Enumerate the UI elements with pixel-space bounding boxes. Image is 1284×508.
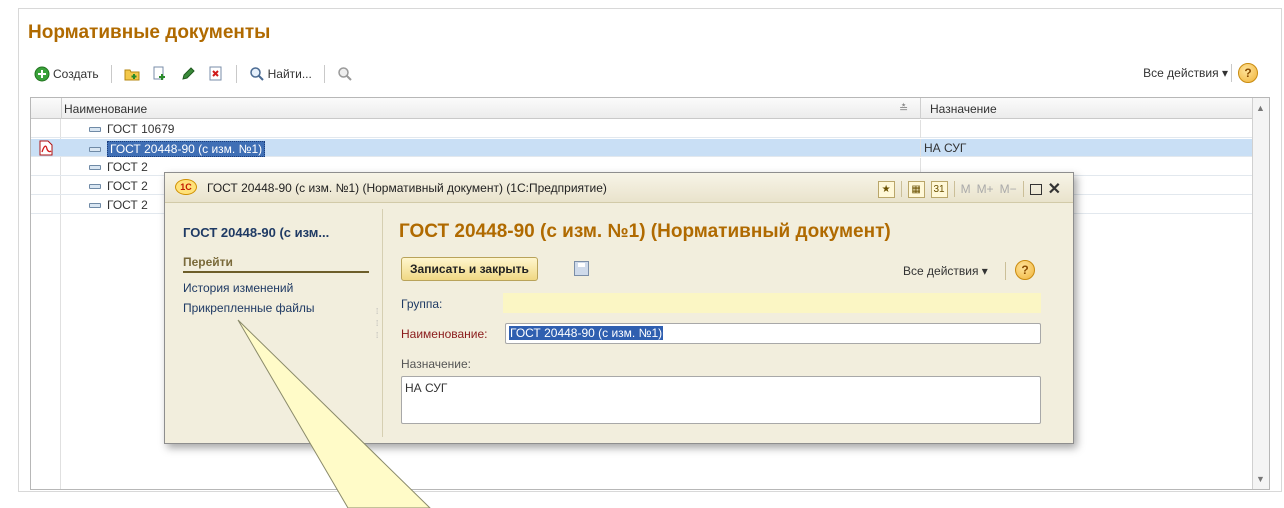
row-name: ГОСТ 2 (107, 160, 148, 174)
close-icon[interactable]: ✕ (1048, 179, 1061, 199)
nav-item-attached-files[interactable]: Прикрепленные файлы (183, 301, 315, 315)
element-icon (89, 164, 101, 170)
delete-icon (208, 66, 224, 82)
magnifier-icon (249, 66, 265, 82)
group-field[interactable] (503, 293, 1041, 313)
row-name-cell: ГОСТ 2 (89, 198, 148, 212)
calculator-icon[interactable]: ▦ (907, 180, 925, 198)
nav-section-heading: Перейти (183, 255, 233, 269)
cell-divider (920, 120, 921, 138)
dialog-window-title: ГОСТ 20448-90 (с изм. №1) (Нормативный д… (207, 181, 607, 195)
create-button-label: Создать (53, 67, 99, 81)
row-name: ГОСТ 2 (107, 198, 148, 212)
element-icon (89, 126, 101, 132)
panel-grip-icon[interactable]: ⁞ (376, 331, 378, 340)
clear-search-icon (337, 66, 353, 82)
copy-document-icon (152, 66, 168, 82)
edit-button[interactable] (176, 63, 200, 85)
name-label: Наименование: (401, 327, 488, 341)
destination-label: Назначение: (401, 357, 472, 371)
find-button-label: Найти... (267, 67, 312, 81)
memory-m-button[interactable]: M (961, 182, 971, 196)
dialog-title-buttons: ★ ▦ 31 M M+ M− ✕ (877, 179, 1061, 199)
destination-field[interactable]: НА СУГ (401, 376, 1041, 424)
column-header-destination[interactable]: Назначение (930, 102, 997, 116)
help-button[interactable]: ? (1238, 63, 1258, 83)
form-heading: ГОСТ 20448-90 (с изм. №1) (Нормативный д… (399, 221, 891, 242)
panel-grip-icon[interactable]: ⁞ (376, 319, 378, 328)
cell-divider (920, 139, 921, 157)
delete-button[interactable] (204, 63, 228, 85)
nav-section-underline (183, 271, 369, 273)
all-actions-menu[interactable]: Все действия ▾ (1143, 66, 1228, 80)
row-name: ГОСТ 2 (107, 179, 148, 193)
table-header: Наименование ≛ Назначение (31, 98, 1253, 119)
element-icon (89, 202, 101, 208)
add-folder-icon (124, 66, 140, 82)
name-field[interactable]: ГОСТ 20448-90 (с изм. №1) (505, 323, 1041, 344)
header-divider (920, 98, 921, 119)
dialog-all-actions-menu[interactable]: Все действия ▾ (903, 264, 988, 278)
row-name-cell: ГОСТ 10679 (89, 122, 174, 136)
pencil-icon (180, 66, 196, 82)
panel-grip-icon[interactable]: ⁞ (376, 307, 378, 316)
add-folder-button[interactable] (120, 63, 144, 85)
sort-icon[interactable]: ≛ (899, 102, 908, 115)
list-toolbar: Создать Найти... (30, 62, 357, 86)
group-label: Группа: (401, 297, 443, 311)
toolbar-separator (1231, 64, 1232, 82)
plus-icon (34, 66, 50, 82)
title-separator (1022, 181, 1024, 197)
dialog-form: ГОСТ 20448-90 (с изм. №1) (Нормативный д… (385, 209, 1069, 439)
row-name-cell: ГОСТ 20448-90 (с изм. №1) (89, 141, 266, 157)
name-field-value: ГОСТ 20448-90 (с изм. №1) (509, 326, 664, 340)
table-row[interactable]: ГОСТ 10679 (31, 120, 1253, 138)
maximize-icon[interactable] (1029, 183, 1042, 195)
copy-button[interactable] (148, 63, 172, 85)
page-title: Нормативные документы (28, 22, 271, 43)
toolbar-separator (110, 65, 112, 83)
calendar-icon[interactable]: 31 (930, 180, 948, 198)
toolbar-separator (235, 65, 237, 83)
dialog-help-button[interactable]: ? (1015, 260, 1035, 280)
row-name-cell: ГОСТ 2 (89, 179, 148, 193)
nav-item-history[interactable]: История изменений (183, 281, 293, 295)
header-divider (61, 98, 62, 119)
scroll-up-icon[interactable]: ▲ (1256, 103, 1265, 113)
title-separator (900, 181, 902, 197)
dialog-titlebar[interactable]: 1С ГОСТ 20448-90 (с изм. №1) (Нормативны… (165, 173, 1073, 203)
save-disk-icon[interactable] (574, 261, 589, 276)
pdf-attachment-icon (39, 140, 53, 159)
memory-minus-button[interactable]: M− (1000, 182, 1017, 196)
scroll-down-icon[interactable]: ▼ (1256, 474, 1265, 484)
vertical-scrollbar[interactable]: ▲ ▼ (1252, 98, 1269, 489)
row-name: ГОСТ 20448-90 (с изм. №1) (107, 141, 266, 157)
memory-plus-button[interactable]: M+ (977, 182, 994, 196)
row-name: ГОСТ 10679 (107, 122, 175, 136)
document-dialog: 1С ГОСТ 20448-90 (с изм. №1) (Нормативны… (164, 172, 1074, 444)
element-icon (89, 146, 101, 152)
dialog-navigation-panel: ГОСТ 20448-90 (с изм... Перейти История … (171, 209, 383, 437)
row-name-cell: ГОСТ 2 (89, 160, 148, 174)
clear-search-button[interactable] (333, 63, 357, 85)
find-button[interactable]: Найти... (245, 63, 316, 85)
title-separator (953, 181, 955, 197)
element-icon (89, 183, 101, 189)
column-header-name[interactable]: Наименование (64, 102, 147, 116)
row-destination: НА СУГ (924, 141, 967, 155)
toolbar-separator (323, 65, 325, 83)
favorites-icon[interactable]: ★ (877, 180, 895, 198)
create-button[interactable]: Создать (30, 63, 103, 85)
toolbar-separator (1005, 262, 1006, 280)
table-row-selected[interactable]: ГОСТ 20448-90 (с изм. №1) НА СУГ (31, 139, 1253, 157)
1c-logo-icon: 1С (175, 179, 197, 195)
save-and-close-button[interactable]: Записать и закрыть (401, 257, 538, 281)
nav-panel-title: ГОСТ 20448-90 (с изм... (183, 225, 330, 240)
